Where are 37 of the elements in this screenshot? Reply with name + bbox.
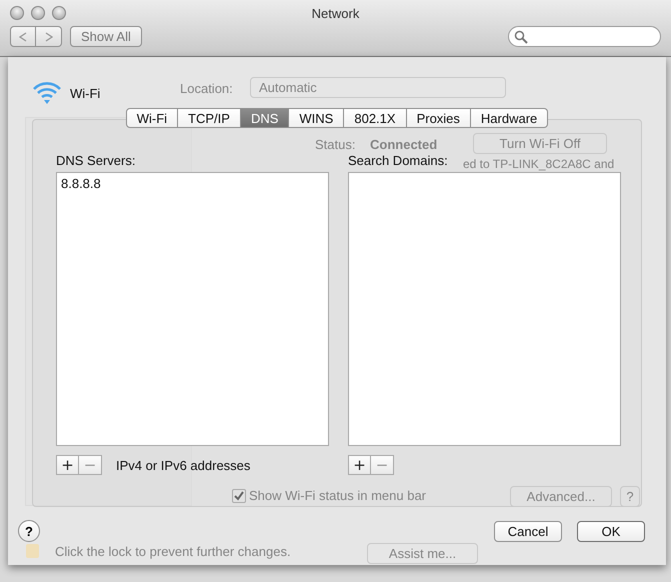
status-value: Connected [370,137,438,152]
zoom-button[interactable] [52,6,66,20]
list-item[interactable]: 8.8.8.8 [61,176,324,191]
forward-icon [44,32,52,42]
back-icon [19,32,27,42]
checkbox[interactable] [232,488,246,502]
show-all-button[interactable]: Show All [70,26,142,47]
cancel-button[interactable]: Cancel [494,520,562,542]
list-label: Search Domains: [348,153,448,167]
help-button[interactable]: ? [18,520,40,542]
minimize-button[interactable] [31,6,45,20]
close-button[interactable] [10,6,24,20]
tab[interactable]: TCP/IP [178,108,241,128]
ok-button[interactable]: OK [577,520,645,542]
window-title: Network [310,6,360,20]
status-note: ed to TP-LINK_8C2A8C and [463,157,614,171]
tab[interactable]: Wi-Fi [126,108,178,128]
list-box[interactable]: 8.8.8.8 [56,172,329,446]
location-label: Location: [180,81,233,96]
tab[interactable]: DNS [240,108,290,128]
checkbox-label: Show Wi-Fi status in menu bar [249,488,426,503]
tab[interactable]: WINS [289,108,344,128]
hint-text: IPv4 or IPv6 addresses [116,458,250,472]
tab[interactable]: 802.1X [344,108,407,128]
add-button[interactable]: + [56,455,79,475]
wifi-icon [32,81,62,105]
search-field[interactable] [508,26,661,47]
lock-note: Click the lock to prevent further changes. [55,544,291,559]
list-label: DNS Servers: [56,153,136,167]
forward-button[interactable] [36,26,62,47]
status-label: Status: [315,137,356,152]
service-name: Wi-Fi [70,86,100,100]
back-button[interactable] [10,26,36,47]
add-button[interactable]: + [348,455,371,475]
tab[interactable]: Hardware [470,108,548,128]
search-icon [514,30,528,44]
tab[interactable]: Proxies [406,108,471,128]
